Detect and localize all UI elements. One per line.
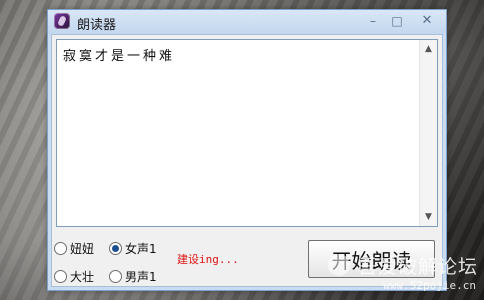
forum-logo-icon xyxy=(328,254,350,276)
radio-icon[interactable] xyxy=(109,270,122,283)
voice-option-niuniu[interactable]: 妞妞 xyxy=(54,240,94,257)
voice-option-male1[interactable]: 男声1 xyxy=(109,268,157,285)
forum-watermark: 吾爱破解论坛 www.52pojie.cn xyxy=(328,252,478,297)
watermark-url: www.52pojie.cn xyxy=(383,279,476,292)
reader-window: 朗读器 – □ ✕ 寂寞才是一种难 ▲ ▼ 妞妞 女声1 大壮 男声1 建设in… xyxy=(47,9,447,291)
voice-option-dazhuang[interactable]: 大壮 xyxy=(54,268,94,285)
vertical-scrollbar[interactable]: ▲ ▼ xyxy=(419,40,437,226)
watermark-text: 吾爱破解论坛 xyxy=(357,256,478,278)
window-title: 朗读器 xyxy=(77,18,117,33)
close-button[interactable]: ✕ xyxy=(414,12,440,30)
status-text: 建设ing... xyxy=(177,253,239,266)
text-content: 寂寞才是一种难 xyxy=(63,49,176,64)
window-client: 寂寞才是一种难 ▲ ▼ 妞妞 女声1 大壮 男声1 建设ing... 开始朗读 xyxy=(51,34,443,287)
maximize-button[interactable]: □ xyxy=(386,12,408,30)
voice-label: 妞妞 xyxy=(70,242,95,256)
minimize-button[interactable]: – xyxy=(362,12,384,30)
voice-label: 女声1 xyxy=(125,242,157,256)
voice-label: 大壮 xyxy=(70,270,95,284)
title-bar[interactable]: 朗读器 – □ ✕ xyxy=(48,10,446,34)
radio-checked-icon[interactable] xyxy=(109,242,122,255)
radio-icon[interactable] xyxy=(54,270,67,283)
radio-icon[interactable] xyxy=(54,242,67,255)
text-input-area[interactable]: 寂寞才是一种难 ▲ ▼ xyxy=(56,39,438,227)
scroll-down-icon[interactable]: ▼ xyxy=(420,210,437,224)
scroll-up-icon[interactable]: ▲ xyxy=(420,42,437,56)
voice-label: 男声1 xyxy=(125,270,157,284)
app-icon xyxy=(54,13,70,29)
voice-option-female1[interactable]: 女声1 xyxy=(109,240,157,257)
